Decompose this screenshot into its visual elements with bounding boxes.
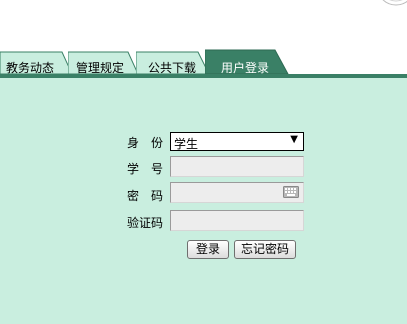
- school-seal-icon: [382, 0, 407, 6]
- tab-news[interactable]: 教务动态: [0, 48, 73, 75]
- nav-tabs: 教务动态 管理规定 公共下载 用户登录: [0, 48, 407, 75]
- tab-regulations[interactable]: 管理规定: [68, 48, 139, 75]
- password-input[interactable]: [170, 182, 304, 203]
- keyboard-icon[interactable]: [283, 186, 299, 198]
- password-label: 密 码: [127, 189, 164, 203]
- tab-user-login[interactable]: 用户登录: [205, 48, 289, 75]
- identity-select[interactable]: 学生 ▼: [170, 132, 304, 151]
- header: 教务动态 管理规定 公共下载 用户登录: [0, 0, 407, 75]
- captcha-label: 验证码: [127, 216, 164, 230]
- triangle-down-icon: ▼: [290, 134, 298, 145]
- captcha-input[interactable]: [170, 210, 304, 231]
- student-id-input[interactable]: [170, 156, 304, 177]
- tab-downloads[interactable]: 公共下载: [136, 48, 210, 75]
- student-id-label: 学 号: [127, 162, 164, 176]
- login-button[interactable]: 登录: [187, 240, 229, 259]
- identity-label: 身 份: [127, 136, 164, 150]
- forgot-password-button[interactable]: 忘记密码: [234, 240, 296, 259]
- identity-select-value: 学生: [174, 137, 199, 151]
